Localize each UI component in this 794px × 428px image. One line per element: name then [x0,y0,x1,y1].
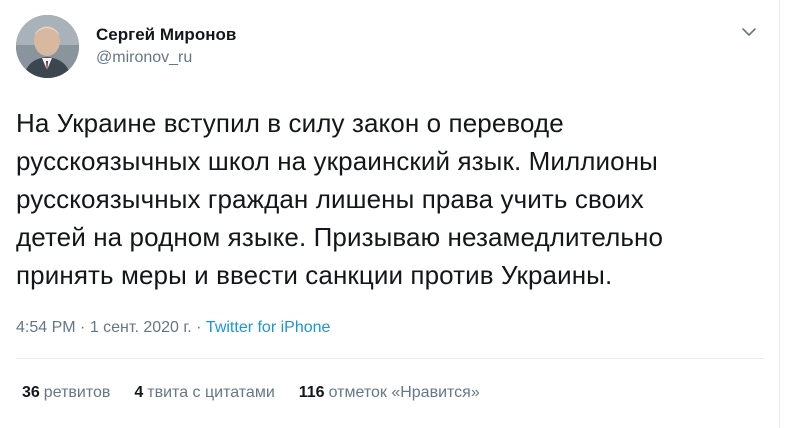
tweet-time[interactable]: 4:54 PM [16,319,76,336]
tweet-header: Сергей Миронов @mironov_ru [16,15,764,79]
chevron-down-icon[interactable] [740,23,758,41]
likes-count: 116 [298,384,325,401]
quote-tweets-count: 4 [134,384,144,401]
likes-label: отметок «Нравится» [328,384,480,401]
tweet-source-link[interactable]: Twitter for iPhone [206,319,331,336]
retweets-count: 36 [22,384,40,401]
author-display-name[interactable]: Сергей Миронов [96,24,236,46]
quote-tweets-label: твита с цитатами [147,384,275,401]
tweet-text: На Украине вступил в силу закон о перево… [16,108,664,290]
quote-tweets-stat[interactable]: 4 твита с цитатами [134,382,274,404]
tweet-container: Сергей Миронов @mironov_ru На Украине вс… [0,0,780,428]
avatar-image [16,15,79,78]
meta-separator: · [191,319,206,336]
likes-stat[interactable]: 116 отметок «Нравится» [299,382,480,404]
divider [16,358,764,359]
meta-separator: · [75,319,90,336]
tweet-metadata: 4:54 PM · 1 сент. 2020 г. · Twitter for … [16,317,330,339]
tweet-stats: 36 ретвитов 4 твита с цитатами 116 отметок … [22,382,504,404]
author-handle[interactable]: @mironov_ru [96,47,236,69]
avatar[interactable] [16,15,79,78]
retweets-stat[interactable]: 36 ретвитов [22,382,110,404]
tweet-date[interactable]: 1 сент. 2020 г. [90,319,192,336]
author-names: Сергей Миронов @mironov_ru [96,24,236,69]
retweets-label: ретвитов [43,384,111,401]
